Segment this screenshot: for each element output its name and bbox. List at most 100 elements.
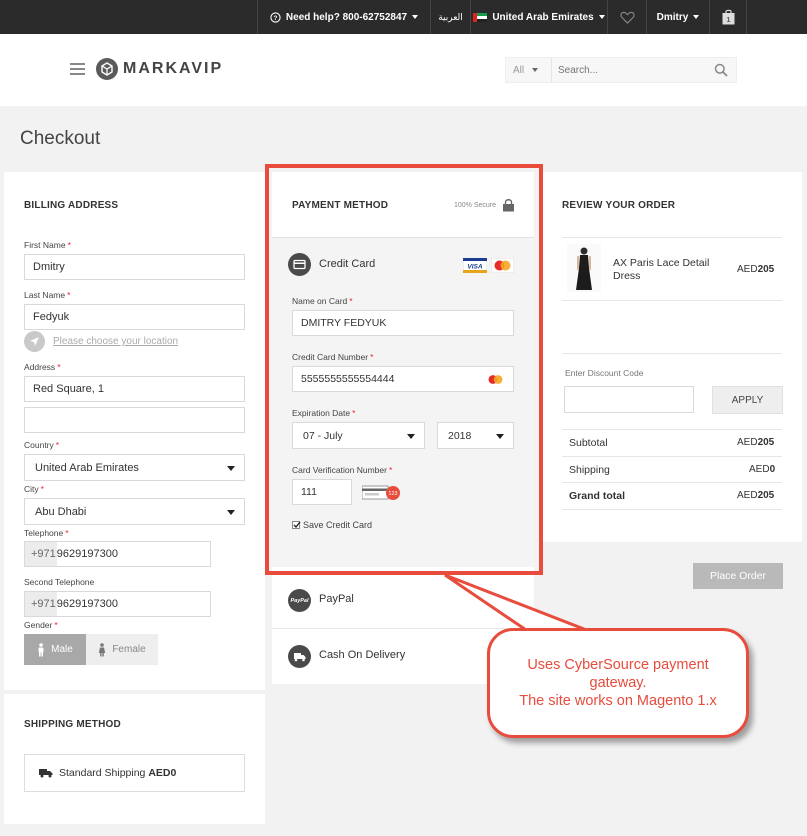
- telephone-field[interactable]: +971 9629197300: [24, 541, 211, 567]
- truck-icon: [39, 769, 53, 778]
- male-icon: [38, 642, 44, 656]
- gender-female-button[interactable]: Female: [86, 634, 158, 665]
- paypal-icon: PayPal: [288, 589, 311, 612]
- shipping-method-name: Standard Shipping: [59, 767, 146, 779]
- discount-label: Enter Discount Code: [565, 368, 644, 378]
- country-select-value: United Arab Emirates: [35, 461, 139, 474]
- cash-on-delivery-icon: [288, 645, 311, 668]
- second-telephone-field[interactable]: +971 9629197300: [24, 591, 211, 617]
- second-telephone-value: 9629197300: [56, 598, 118, 610]
- callout-joint: [538, 631, 638, 643]
- paypal-label[interactable]: PayPal: [319, 593, 354, 605]
- address-line2-field[interactable]: [24, 407, 245, 433]
- telephone-value: 9629197300: [56, 548, 118, 560]
- annotation-line-3: The site works on Magento 1.x: [519, 693, 717, 709]
- wishlist-button[interactable]: [608, 0, 646, 34]
- last-name-field[interactable]: Fedyuk: [24, 304, 245, 330]
- svg-text:1: 1: [726, 17, 730, 24]
- chevron-down-icon: [227, 466, 235, 471]
- shopping-bag-icon: 1: [722, 9, 734, 25]
- help-phone-link[interactable]: ? Need help? 800-62752847: [258, 0, 430, 34]
- chevron-down-icon: [598, 15, 605, 19]
- subtotal-value: AED205: [737, 437, 775, 448]
- annotation-line-2: gateway.: [589, 675, 647, 691]
- chevron-down-icon: [227, 510, 235, 515]
- divider: [562, 429, 782, 430]
- chevron-down-icon: [532, 68, 539, 72]
- country-select[interactable]: United Arab Emirates: [24, 454, 245, 481]
- cash-on-delivery-label[interactable]: Cash On Delivery: [319, 649, 405, 661]
- shipping-option[interactable]: Standard Shipping AED0: [24, 754, 245, 792]
- second-telephone-label: Second Telephone: [24, 577, 95, 587]
- apply-discount-button[interactable]: APPLY: [712, 386, 783, 414]
- heart-icon: [619, 11, 635, 24]
- telephone-prefix: +971: [25, 542, 57, 566]
- first-name-label: First Name *: [24, 240, 71, 250]
- address-label: Address *: [24, 362, 61, 372]
- annotation-callout: Uses CyberSource payment gateway. The si…: [487, 628, 749, 738]
- grand-total-label: Grand total: [569, 490, 626, 502]
- subtotal-label: Subtotal: [569, 437, 608, 449]
- divider: [562, 456, 782, 457]
- city-select-value: Abu Dhabi: [35, 505, 87, 518]
- account-menu[interactable]: Dmitry: [647, 0, 709, 34]
- product-name[interactable]: AX Paris Lace Detail Dress: [613, 257, 723, 283]
- telephone-label: Telephone *: [24, 528, 69, 538]
- discount-code-field[interactable]: [564, 386, 694, 413]
- cart-button[interactable]: 1: [710, 0, 746, 34]
- country-label: Country *: [24, 440, 60, 450]
- site-header: MARKAVIP All: [0, 34, 807, 106]
- female-icon: [99, 642, 106, 656]
- shipping-method-price: AED0: [148, 767, 177, 779]
- chevron-down-icon: [412, 15, 419, 19]
- review-title: REVIEW YOUR ORDER: [562, 200, 676, 211]
- first-name-field[interactable]: Dmitry: [24, 254, 245, 280]
- city-select[interactable]: Abu Dhabi: [24, 498, 245, 525]
- account-menu-label: Dmitry: [656, 11, 689, 23]
- second-telephone-prefix: +971: [25, 592, 57, 616]
- divider: [562, 509, 782, 510]
- help-circle-icon: ?: [270, 11, 281, 23]
- annotation-line-1: Uses CyberSource payment: [527, 657, 709, 673]
- help-phone-text: Need help? 800-62752847: [285, 11, 408, 23]
- logo-text[interactable]: MARKAVIP: [123, 60, 223, 78]
- shipping-title: SHIPPING METHOD: [24, 719, 121, 730]
- country-selector-label: United Arab Emirates: [492, 11, 594, 23]
- top-bar: ? Need help? 800-62752847 العربية United…: [0, 0, 807, 34]
- search-category-select[interactable]: All: [506, 58, 552, 82]
- payment-highlight-box: [265, 164, 543, 575]
- divider: [562, 237, 782, 238]
- gender-male-button[interactable]: Male: [24, 634, 86, 665]
- shipping-cost-label: Shipping: [569, 464, 610, 476]
- logo-icon[interactable]: [96, 58, 118, 80]
- search-input[interactable]: [558, 61, 708, 79]
- choose-location-link[interactable]: Please choose your location: [53, 336, 178, 347]
- language-switch[interactable]: العربية: [431, 0, 470, 34]
- divider: [562, 353, 782, 354]
- gender-female-label: Female: [112, 644, 146, 655]
- review-panel: [542, 172, 802, 542]
- divider: [562, 300, 782, 301]
- divider: [562, 482, 782, 483]
- address-line1-field[interactable]: Red Square, 1: [24, 376, 245, 402]
- menu-icon[interactable]: [70, 63, 85, 75]
- grand-total-value: AED205: [737, 490, 775, 501]
- product-price: AED205: [737, 264, 775, 275]
- shipping-cost-value: AED0: [749, 464, 776, 475]
- chevron-down-icon: [693, 15, 700, 19]
- search-category-value: All: [513, 64, 525, 76]
- location-icon[interactable]: [24, 331, 45, 352]
- divider: [746, 0, 747, 34]
- uae-flag-icon: [473, 12, 488, 22]
- country-selector[interactable]: United Arab Emirates: [471, 0, 607, 34]
- product-thumbnail[interactable]: [567, 244, 601, 292]
- city-label: City *: [24, 484, 44, 494]
- billing-title: BILLING ADDRESS: [24, 200, 119, 211]
- place-order-button[interactable]: Place Order: [693, 563, 783, 589]
- search-icon[interactable]: [714, 63, 728, 77]
- gender-male-label: Male: [51, 644, 73, 655]
- search-bar: All: [505, 57, 737, 83]
- gender-label: Gender *: [24, 620, 58, 630]
- svg-text:?: ?: [273, 14, 277, 21]
- page-title: Checkout: [20, 128, 101, 149]
